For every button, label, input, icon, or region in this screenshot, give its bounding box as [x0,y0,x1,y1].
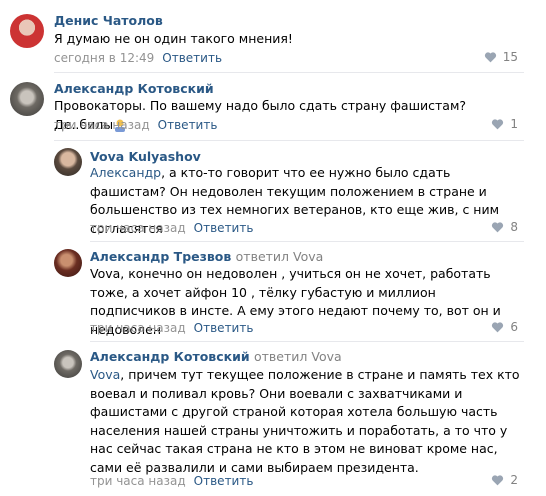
replied-to: ответил Vova [254,349,342,364]
avatar[interactable] [10,82,44,116]
heart-icon [484,52,496,63]
heart-icon [492,475,504,486]
like-count: 6 [510,320,518,334]
comment-author[interactable]: Александр Трезвов ответил Vova [90,249,323,264]
like-count: 2 [510,473,518,487]
reply-button[interactable]: Ответить [194,221,254,235]
reply-button[interactable]: Ответить [158,118,218,132]
comment-meta: три часа назад Ответить [54,118,217,132]
mention-link[interactable]: Vova [90,367,120,382]
heart-icon [492,322,504,333]
comment-author[interactable]: Vova Kulyashov [90,149,201,164]
author-name[interactable]: Александр Трезвов [90,249,231,264]
heart-icon [492,222,504,233]
divider [54,140,524,141]
comment-meta: сегодня в 12:49 Ответить [54,51,222,65]
comment-text-body: , причем тут текущее положение в стране … [90,367,520,475]
like-button[interactable]: 2 [491,473,518,487]
like-count: 8 [510,220,518,234]
comment-time[interactable]: три часа назад [90,474,186,488]
reply-button[interactable]: Ответить [194,321,254,335]
comment-meta: три часа назад Ответить [90,474,253,488]
avatar[interactable] [10,14,44,48]
like-button[interactable]: 1 [491,117,518,131]
comment-author[interactable]: Александр Котовский ответил Vova [90,349,342,364]
comment-text: Я думаю не он один такого мнения! [54,31,293,46]
like-count: 1 [510,117,518,131]
comment-time[interactable]: три часа назад [54,118,150,132]
comment-meta: три часа назад Ответить [90,321,253,335]
avatar[interactable] [54,148,82,176]
comment-text: Vova, причем тут текущее положение в стр… [90,366,520,477]
divider [54,72,524,73]
replied-name-link[interactable]: Vova [311,349,341,364]
like-button[interactable]: 8 [491,220,518,234]
comment-author[interactable]: Александр Котовский [54,81,214,96]
author-name[interactable]: Александр Котовский [90,349,250,364]
comment-time[interactable]: сегодня в 12:49 [54,51,154,65]
like-button[interactable]: 6 [491,320,518,334]
divider [90,241,524,242]
replied-name-link[interactable]: Vova [293,249,323,264]
comment-time[interactable]: три часа назад [90,221,186,235]
mention-link[interactable]: Александр [90,165,161,180]
reply-button[interactable]: Ответить [194,474,254,488]
comment-time[interactable]: три часа назад [90,321,186,335]
avatar[interactable] [54,249,82,277]
replied-prefix: ответил [254,349,308,364]
like-button[interactable]: 15 [484,50,518,64]
heart-icon [492,119,504,130]
comment-author[interactable]: Денис Чатолов [54,13,163,28]
like-count: 15 [502,50,518,64]
reply-button[interactable]: Ответить [162,51,222,65]
divider [90,341,524,342]
avatar[interactable] [54,350,82,378]
replied-prefix: ответил [235,249,290,264]
comment-meta: три часа назад Ответить [90,221,253,235]
replied-to: ответил Vova [236,249,324,264]
